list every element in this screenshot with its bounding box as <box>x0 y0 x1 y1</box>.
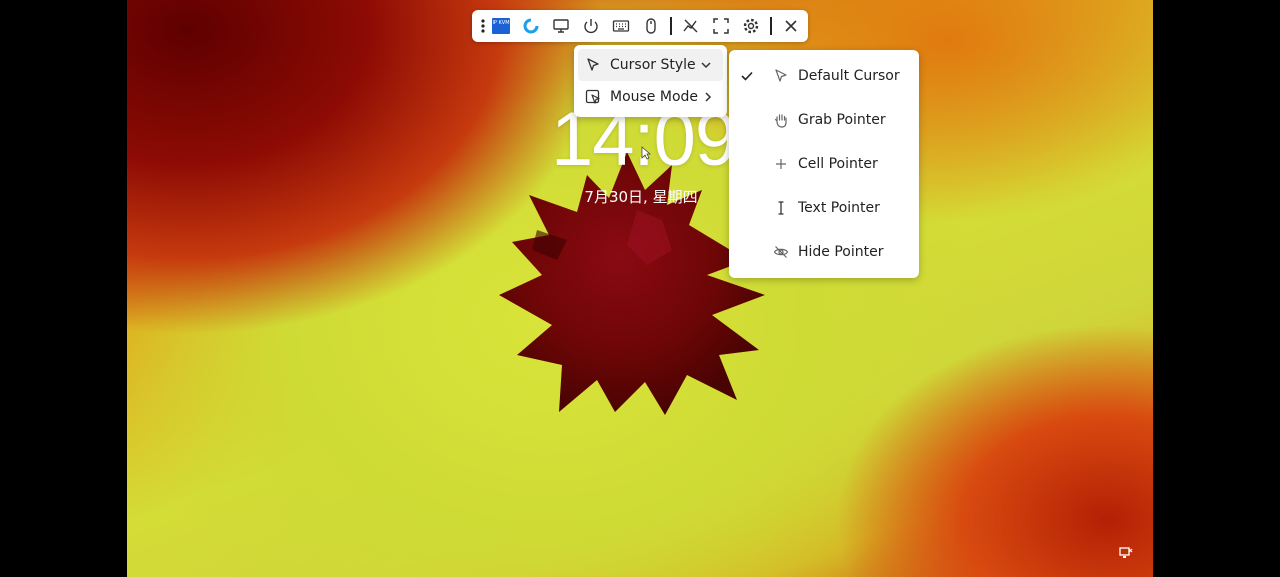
menu-item-label: Cell Pointer <box>798 156 878 172</box>
mouse-icon[interactable] <box>640 15 662 37</box>
fullscreen-icon[interactable] <box>710 15 732 37</box>
menu-item-label: Mouse Mode <box>610 89 699 105</box>
text-cursor-icon <box>772 199 790 217</box>
mouse-cursor-icon <box>641 146 651 160</box>
cursor-arrow-icon <box>584 56 602 74</box>
kvm-toolbar: IP KVM <box>472 10 808 42</box>
ipkvm-logo: IP KVM <box>490 15 512 37</box>
default-cursor-icon <box>772 67 790 85</box>
toolbar-divider <box>670 17 672 35</box>
toolbar-divider <box>770 17 772 35</box>
menu-item-grab-pointer[interactable]: Grab Pointer <box>729 98 919 142</box>
grab-hand-icon <box>772 111 790 129</box>
cursor-style-submenu: Default Cursor Grab Pointer Cell Pointer… <box>729 50 919 278</box>
menu-item-text-pointer[interactable]: Text Pointer <box>729 186 919 230</box>
menu-item-cursor-style[interactable]: Cursor Style <box>578 49 723 81</box>
close-icon[interactable] <box>780 15 802 37</box>
plus-icon <box>772 155 790 173</box>
menu-item-label: Grab Pointer <box>798 112 886 128</box>
power-icon[interactable] <box>580 15 602 37</box>
menu-item-label: Text Pointer <box>798 200 880 216</box>
menu-item-cell-pointer[interactable]: Cell Pointer <box>729 142 919 186</box>
logo-text: IP KVM <box>492 18 510 34</box>
network-icon[interactable] <box>1119 546 1133 560</box>
menu-item-label: Cursor Style <box>610 57 696 73</box>
keyboard-icon[interactable] <box>610 15 632 37</box>
menu-item-label: Default Cursor <box>798 68 900 84</box>
lockscreen-date: 7月30日, 星期四 <box>584 188 698 206</box>
mouse-menu: Cursor Style Mouse Mode <box>574 45 727 117</box>
mouse-mode-icon <box>584 88 602 106</box>
menu-item-hide-pointer[interactable]: Hide Pointer <box>729 230 919 274</box>
chevron-right-icon <box>705 92 712 102</box>
settings-icon[interactable] <box>740 15 762 37</box>
menu-item-default-cursor[interactable]: Default Cursor <box>729 54 919 98</box>
menu-item-label: Hide Pointer <box>798 244 884 260</box>
connection-icon[interactable] <box>520 15 542 37</box>
signal-off-icon[interactable] <box>680 15 702 37</box>
eye-off-icon <box>772 243 790 261</box>
checkmark-icon <box>741 71 753 81</box>
menu-item-mouse-mode[interactable]: Mouse Mode <box>578 81 723 113</box>
monitor-icon[interactable] <box>550 15 572 37</box>
chevron-down-icon <box>701 62 711 69</box>
